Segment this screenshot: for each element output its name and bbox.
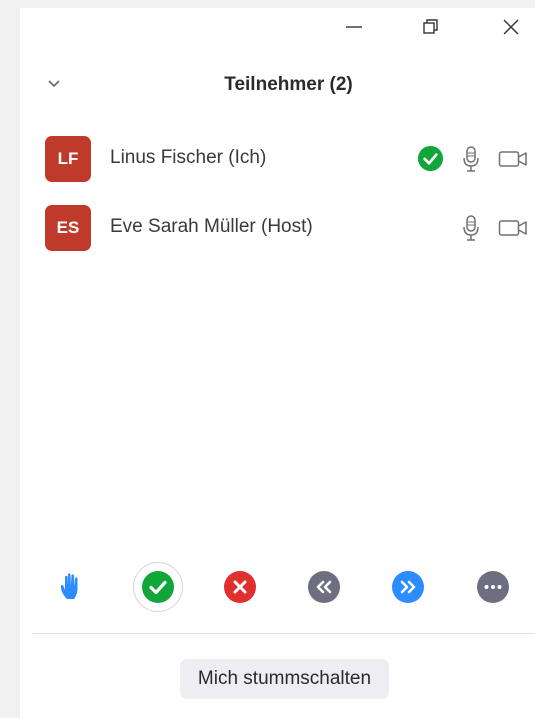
participant-row[interactable]: LF Linus Fischer (Ich) — [20, 132, 535, 188]
yes-button[interactable] — [133, 562, 183, 612]
no-button[interactable] — [217, 564, 263, 610]
minimize-button[interactable] — [339, 14, 369, 40]
restore-icon — [423, 19, 438, 34]
close-button[interactable] — [496, 14, 526, 40]
go-slower-button[interactable] — [301, 564, 347, 610]
mute-me-button[interactable]: Mich stummschalten — [180, 659, 389, 699]
video-camera-icon[interactable] — [498, 149, 528, 169]
reaction-bar — [20, 562, 535, 612]
avatar: LF — [45, 136, 91, 182]
participant-name: Linus Fischer (Ich) — [110, 147, 267, 168]
participants-window: Teilnehmer (2) LF Linus Fischer (Ich) ES… — [20, 8, 535, 718]
close-icon — [503, 19, 519, 35]
title-bar — [20, 8, 535, 48]
video-camera-icon[interactable] — [498, 218, 528, 238]
raise-hand-icon — [61, 573, 78, 599]
divider — [32, 633, 535, 634]
restore-button[interactable] — [416, 14, 446, 40]
green-check-icon — [417, 145, 444, 172]
microphone-icon[interactable] — [462, 145, 480, 173]
minimize-icon — [346, 26, 362, 28]
participant-row[interactable]: ES Eve Sarah Müller (Host) — [20, 201, 535, 257]
no-x-icon — [224, 571, 256, 603]
avatar: ES — [45, 205, 91, 251]
go-slower-icon — [308, 571, 340, 603]
panel-title: Teilnehmer (2) — [224, 74, 353, 95]
microphone-icon[interactable] — [462, 214, 480, 242]
panel-header: Teilnehmer (2) — [20, 70, 535, 100]
raise-hand-button[interactable] — [50, 564, 96, 610]
more-icon — [477, 571, 509, 603]
participant-name: Eve Sarah Müller (Host) — [110, 216, 313, 237]
go-faster-icon — [392, 571, 424, 603]
yes-check-icon — [142, 571, 174, 603]
go-faster-button[interactable] — [385, 564, 431, 610]
more-button[interactable] — [470, 564, 516, 610]
